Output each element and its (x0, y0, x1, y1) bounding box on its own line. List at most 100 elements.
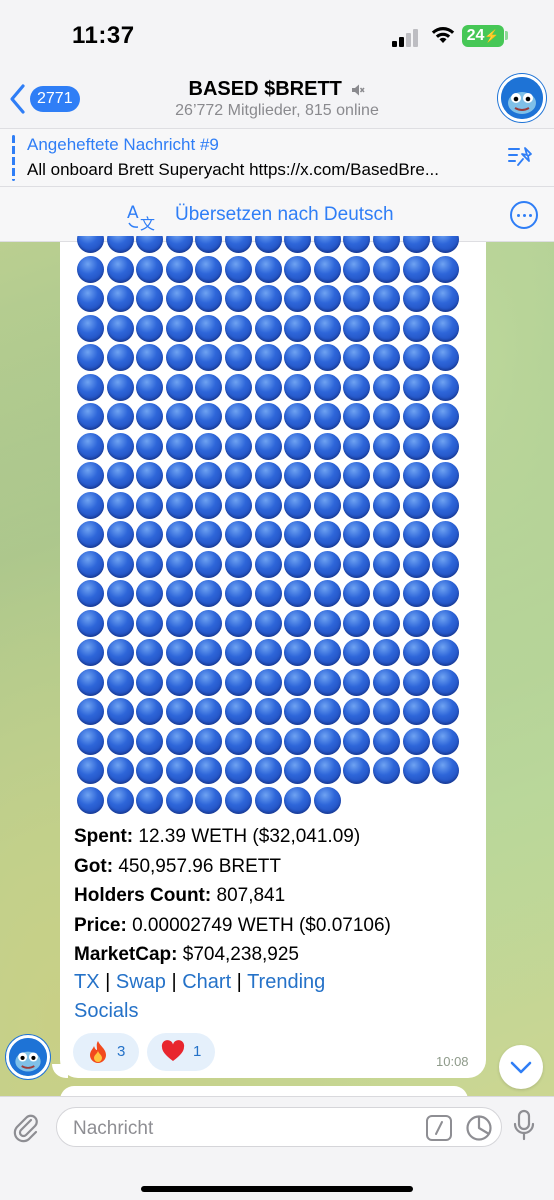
blue-circle-emoji (225, 255, 252, 283)
pin-list-icon[interactable] (506, 145, 534, 171)
socials-link[interactable]: Socials (74, 1000, 138, 1022)
blue-circle-emoji (432, 314, 460, 342)
blue-circle-emoji (373, 285, 400, 312)
bot-command-icon[interactable] (426, 1115, 452, 1141)
blue-circle-emoji (225, 314, 252, 342)
blue-circle-emoji (165, 491, 193, 519)
translate-bar[interactable]: A 文 Übersetzen nach Deutsch (0, 186, 554, 242)
more-options-icon[interactable] (510, 201, 538, 229)
reaction-fire-count: 3 (117, 1043, 126, 1060)
blue-circle-emoji (136, 698, 164, 725)
blue-circle-emoji (225, 786, 252, 814)
reaction-fire[interactable]: 3 (73, 1033, 139, 1071)
blue-circle-emoji (373, 403, 400, 430)
blue-circle-emoji (284, 373, 312, 401)
blue-circle-emoji (195, 491, 223, 519)
blue-circle-emoji (254, 668, 282, 696)
tx-link[interactable]: TX (74, 971, 100, 993)
blue-circle-emoji (284, 255, 312, 283)
blue-circle-emoji (254, 550, 282, 578)
swap-link[interactable]: Swap (116, 971, 166, 993)
spent-label: Spent: (74, 826, 134, 847)
microphone-icon[interactable] (512, 1109, 536, 1143)
blue-circle-emoji (373, 639, 400, 666)
blue-circle-emoji (106, 639, 134, 666)
blue-circle-emoji (313, 236, 341, 253)
blue-circle-emoji (136, 236, 164, 253)
message-time: 10:08 (436, 1054, 469, 1069)
blue-circle-emoji (136, 786, 164, 814)
blue-circle-emoji (106, 255, 134, 283)
blue-circle-emoji (432, 698, 460, 725)
blue-circle-emoji (343, 373, 371, 401)
message-input[interactable]: Nachricht (56, 1107, 502, 1147)
blue-circle-emoji (77, 491, 104, 519)
blue-circle-emoji (225, 432, 252, 460)
sticker-icon[interactable] (465, 1114, 493, 1142)
blue-circle-emoji (343, 580, 371, 607)
blue-circle-emoji (77, 462, 104, 489)
blue-circle-emoji (373, 462, 400, 489)
blue-circle-emoji (373, 550, 400, 578)
blue-circle-emoji (136, 609, 164, 637)
status-time: 11:37 (72, 22, 135, 49)
blue-circle-emoji (254, 462, 282, 489)
blue-circle-emoji (254, 639, 282, 666)
blue-circle-emoji (313, 403, 341, 430)
blue-circle-emoji (136, 757, 164, 784)
pinned-message-bar[interactable]: Angeheftete Nachricht #9 All onboard Bre… (0, 128, 554, 186)
blue-circle-emoji (284, 757, 312, 784)
blue-circle-emoji (225, 609, 252, 637)
blue-circle-emoji (136, 580, 164, 607)
blue-circle-emoji (254, 373, 282, 401)
chevron-down-icon (510, 1061, 532, 1074)
blue-circle-emoji (373, 432, 400, 460)
trending-link[interactable]: Trending (247, 971, 325, 993)
brett-avatar-icon (9, 1038, 47, 1076)
blue-circle-emoji (373, 521, 400, 548)
blue-circle-emoji (402, 727, 430, 755)
blue-circle-emoji (284, 639, 312, 666)
blue-circle-emoji (373, 255, 400, 283)
blue-circle-emoji (432, 236, 460, 253)
reaction-heart[interactable]: 1 (147, 1033, 215, 1071)
scroll-down-button[interactable] (499, 1045, 543, 1089)
blue-circle-emoji (106, 314, 134, 342)
blue-circle-emoji (313, 580, 341, 607)
blue-circle-emoji (136, 373, 164, 401)
blue-circle-emoji (343, 521, 371, 548)
group-avatar[interactable] (498, 74, 546, 122)
blue-circle-emoji-grid (76, 236, 476, 816)
chart-link[interactable]: Chart (182, 971, 231, 993)
blue-circle-emoji (195, 314, 223, 342)
blue-circle-emoji (106, 757, 134, 784)
blue-circle-emoji (165, 403, 193, 430)
blue-circle-emoji (225, 373, 252, 401)
blue-circle-emoji (195, 403, 223, 430)
blue-circle-emoji (313, 550, 341, 578)
blue-circle-emoji (165, 373, 193, 401)
blue-circle-emoji (195, 373, 223, 401)
blue-circle-emoji (432, 668, 460, 696)
blue-circle-emoji (284, 521, 312, 548)
blue-circle-emoji (195, 757, 223, 784)
paperclip-icon[interactable] (12, 1111, 40, 1145)
pinned-indicator (12, 135, 15, 181)
blue-circle-emoji (402, 285, 430, 312)
blue-circle-emoji (373, 668, 400, 696)
blue-circle-emoji (165, 236, 193, 253)
blue-circle-emoji (313, 609, 341, 637)
blue-circle-emoji (195, 580, 223, 607)
chat-title[interactable]: BASED $BRETT (0, 78, 554, 101)
blue-circle-emoji (225, 668, 252, 696)
muted-icon (352, 84, 366, 96)
blue-circle-emoji (77, 550, 104, 578)
status-bar: 11:37 24⚡ (0, 0, 554, 72)
blue-circle-emoji (284, 786, 312, 814)
blue-circle-emoji (343, 432, 371, 460)
blue-circle-emoji (165, 698, 193, 725)
blue-circle-emoji (313, 727, 341, 755)
sender-avatar[interactable] (6, 1035, 50, 1079)
blue-circle-emoji (432, 373, 460, 401)
blue-circle-emoji (402, 403, 430, 430)
